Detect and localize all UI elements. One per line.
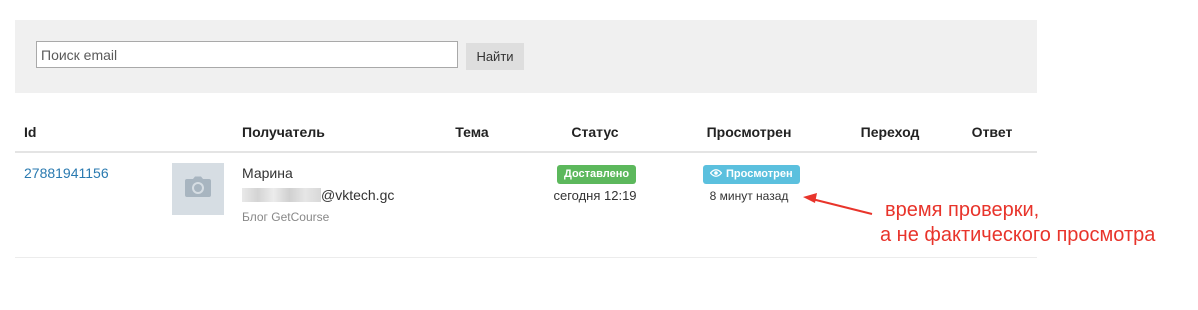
annotation-arrow-icon	[803, 193, 873, 215]
annotation-line-2: а не фактического просмотра	[880, 224, 1156, 246]
annotation-text: время проверки, а не фактического просмо…	[880, 198, 1155, 248]
annotation-line-1: время проверки,	[885, 199, 1040, 221]
